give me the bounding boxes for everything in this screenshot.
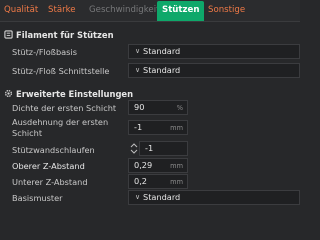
top-z-distance-input[interactable]: 0,29 mm xyxy=(128,158,188,173)
chevron-down-icon: ∨ xyxy=(135,66,141,74)
mm-unit: mm xyxy=(170,178,183,186)
stepper-arrows-icon[interactable] xyxy=(130,142,138,155)
top-z-distance-value: 0,29 xyxy=(134,160,153,170)
wall-loops-input[interactable]: -1 xyxy=(139,141,188,156)
top-z-distance-label: Oberer Z-Abstand xyxy=(12,161,85,171)
bottom-z-distance-value: 0,2 xyxy=(134,176,148,186)
chevron-down-icon: ∨ xyxy=(135,193,141,201)
base-pattern-select[interactable]: ∨ Standard xyxy=(128,190,300,205)
tab-staerke[interactable]: Stärke xyxy=(48,4,76,16)
base-pattern-value: Standard xyxy=(143,192,181,202)
wall-loops-value: -1 xyxy=(145,143,154,153)
support-interface-select[interactable]: ∨ Standard xyxy=(128,63,300,78)
chevron-down-icon: ∨ xyxy=(135,47,141,55)
gear-icon xyxy=(4,89,13,98)
tab-stuetzen[interactable]: Stützen xyxy=(157,1,205,21)
support-interface-value: Standard xyxy=(143,65,181,75)
tab-qualitaet[interactable]: Qualität xyxy=(4,4,38,16)
tab-bar: Qualität Stärke Geschwindigkeit Stützen … xyxy=(0,0,300,22)
advanced-section-header: Erweiterte Einstellungen xyxy=(4,88,133,100)
support-base-label: Stütz-/Floßbasis xyxy=(12,47,77,57)
filament-section-header: Filament für Stützen xyxy=(4,29,114,41)
first-layer-expansion-label: Ausdehnung der ersten Schicht xyxy=(12,117,109,138)
support-base-select[interactable]: ∨ Standard xyxy=(128,44,300,59)
bottom-z-distance-label: Unterer Z-Abstand xyxy=(12,177,88,187)
spool-icon xyxy=(4,30,13,39)
support-interface-label: Stütz-/Floß Schnittstelle xyxy=(12,66,110,76)
bottom-z-distance-input[interactable]: 0,2 mm xyxy=(128,174,188,189)
base-pattern-label: Basismuster xyxy=(12,193,63,203)
tab-sonstige[interactable]: Sonstige xyxy=(208,4,245,16)
support-base-value: Standard xyxy=(143,46,181,56)
mm-unit: mm xyxy=(170,124,183,132)
filament-section-title: Filament für Stützen xyxy=(16,30,114,40)
first-layer-expansion-input[interactable]: -1 mm xyxy=(128,120,188,135)
percent-unit: % xyxy=(176,104,183,112)
mm-unit: mm xyxy=(170,162,183,170)
first-layer-density-label: Dichte der ersten Schicht xyxy=(12,103,117,113)
first-layer-expansion-value: -1 xyxy=(134,122,143,132)
advanced-section-title: Erweiterte Einstellungen xyxy=(16,89,134,99)
tab-geschwindigkeit[interactable]: Geschwindigkeit xyxy=(89,4,159,16)
first-layer-density-value: 90 xyxy=(134,102,145,112)
wall-loops-label: Stützwandschlaufen xyxy=(12,145,95,155)
first-layer-density-input[interactable]: 90 % xyxy=(128,100,188,115)
